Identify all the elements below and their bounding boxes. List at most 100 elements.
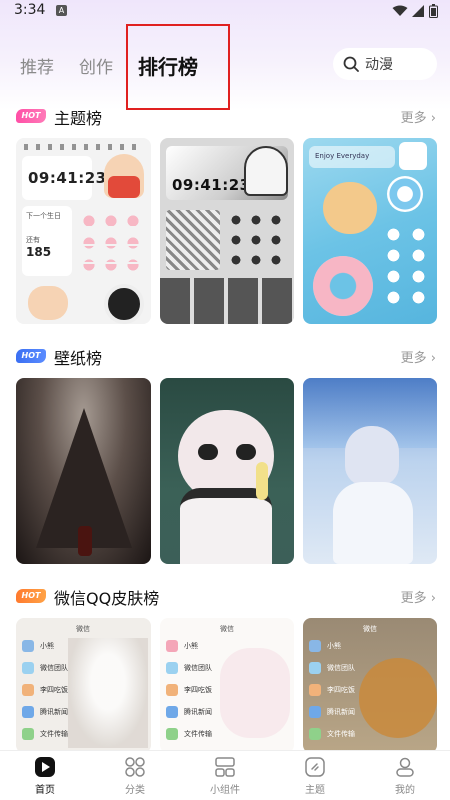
skin-card[interactable]: 微信 小熊 微信团队 李四吃饭 腾讯新闻 文件传输 xyxy=(16,618,151,753)
sticker xyxy=(399,142,427,170)
nav-label: 分类 xyxy=(125,785,145,796)
more-link[interactable]: 更多 › xyxy=(401,107,436,126)
countdown-prefix: 还有 xyxy=(26,236,40,244)
bottom-navigation: 首页 分类 小组件 主题 我的 xyxy=(0,750,450,800)
chat-avatar xyxy=(309,684,321,696)
theme-card[interactable]: Enjoy Everyday xyxy=(303,138,437,324)
chat-name: 腾讯新闻 xyxy=(184,708,212,716)
search-icon xyxy=(343,56,359,72)
chat-name: 腾讯新闻 xyxy=(40,708,68,716)
character-shirt xyxy=(108,176,140,198)
nav-label: 首页 xyxy=(35,785,55,796)
more-link[interactable]: 更多 › xyxy=(401,587,436,606)
chat-avatar xyxy=(22,706,34,718)
hot-badge: HOT xyxy=(16,349,46,363)
anime-girl-head xyxy=(345,426,399,486)
chat-name: 李四吃饭 xyxy=(184,686,212,694)
skin-ranking-header: HOT 微信QQ皮肤榜 更多 › xyxy=(16,584,436,608)
figure-silhouette xyxy=(78,526,92,556)
nav-label: 小组件 xyxy=(210,785,240,796)
hot-badge: HOT xyxy=(16,109,46,123)
theme-icon xyxy=(305,757,325,777)
nav-theme[interactable]: 主题 xyxy=(285,756,345,796)
anime-girl-body xyxy=(333,482,413,564)
search-query: 动漫 xyxy=(365,57,393,73)
hot-badge: HOT xyxy=(16,589,46,603)
chat-name: 文件传输 xyxy=(40,730,68,738)
chat-name: 腾讯新闻 xyxy=(327,708,355,716)
skin-card[interactable]: 微信 小熊 微信团队 李四吃饭 腾讯新闻 文件传输 xyxy=(303,618,437,753)
chat-name: 小熊 xyxy=(184,642,198,650)
chat-name: 微信团队 xyxy=(40,664,68,672)
nav-label: 我的 xyxy=(395,785,415,796)
chat-avatar xyxy=(22,662,34,674)
profile-icon xyxy=(396,757,414,777)
skin-header: 微信 xyxy=(363,625,377,633)
music-disc xyxy=(104,284,144,324)
wallpaper-card[interactable] xyxy=(160,378,294,564)
chat-avatar xyxy=(166,640,178,652)
clock-text: 09:41:23 xyxy=(172,176,251,194)
chat-name: 小熊 xyxy=(40,642,54,650)
chat-avatar xyxy=(166,706,178,718)
drink-bottle xyxy=(256,462,268,500)
chat-avatar xyxy=(22,640,34,652)
manga-panel xyxy=(166,210,220,270)
signal-icon xyxy=(412,5,424,17)
chat-name: 文件传输 xyxy=(327,730,355,738)
nav-home[interactable]: 首页 xyxy=(15,756,75,796)
chat-avatar xyxy=(22,728,34,740)
widget-icon xyxy=(215,757,235,777)
section-title: 壁纸榜 xyxy=(54,349,103,368)
status-bar: 3:34 A xyxy=(0,0,450,22)
panda-eye xyxy=(198,444,218,460)
grid-icon xyxy=(125,757,145,777)
skin-header: 微信 xyxy=(220,625,234,633)
home-play-icon xyxy=(35,757,55,777)
theme-card[interactable]: 09:41:23 下一个生日 还有 185 xyxy=(16,138,151,324)
caption-text: Enjoy Everyday xyxy=(315,152,370,160)
countdown-days: 185 xyxy=(26,245,52,259)
clock-text: 09:41:23 xyxy=(28,169,107,187)
wallpaper-card[interactable] xyxy=(16,378,151,564)
icon-grid xyxy=(78,210,144,280)
chat-avatar xyxy=(309,728,321,740)
section-title: 微信QQ皮肤榜 xyxy=(54,589,160,608)
swim-ring xyxy=(313,256,373,316)
search-box[interactable]: 动漫 xyxy=(333,48,437,80)
theme-ranking-header: HOT 主题榜 更多 › xyxy=(16,104,436,128)
skin-card[interactable]: 微信 小熊 微信团队 李四吃饭 腾讯新闻 文件传输 xyxy=(160,618,294,753)
icon-grid xyxy=(226,210,288,270)
theme-card[interactable]: 09:41:23 xyxy=(160,138,294,324)
tab-create[interactable]: 创作 xyxy=(79,53,113,78)
wallpaper-ranking-header: HOT 壁纸榜 更多 › xyxy=(16,344,436,368)
nav-profile[interactable]: 我的 xyxy=(375,756,435,796)
nav-label: 主题 xyxy=(305,785,325,796)
status-time: 3:34 xyxy=(14,2,46,18)
nav-category[interactable]: 分类 xyxy=(105,756,165,796)
chat-name: 文件传输 xyxy=(184,730,212,738)
panda-body xyxy=(180,488,272,564)
character-art xyxy=(244,146,288,196)
chat-avatar xyxy=(22,684,34,696)
chat-avatar xyxy=(166,662,178,674)
tab-recommend[interactable]: 推荐 xyxy=(20,53,54,78)
chat-name: 李四吃饭 xyxy=(327,686,355,694)
countdown-label: 下一个生日 xyxy=(26,212,61,220)
chat-avatar xyxy=(166,684,178,696)
skin-header: 微信 xyxy=(76,625,90,633)
manga-strip xyxy=(160,278,294,324)
character-sticker xyxy=(28,286,68,320)
weekday-strip xyxy=(24,144,144,150)
panda-eye xyxy=(236,444,256,460)
chat-name: 微信团队 xyxy=(184,664,212,672)
wallpaper-card[interactable] xyxy=(303,378,437,564)
notification-badge: A xyxy=(56,5,67,16)
chat-name: 微信团队 xyxy=(327,664,355,672)
icon-grid xyxy=(381,224,431,308)
nav-widget[interactable]: 小组件 xyxy=(195,756,255,796)
chat-avatar xyxy=(309,662,321,674)
float-ring xyxy=(387,176,423,212)
more-link[interactable]: 更多 › xyxy=(401,347,436,366)
chat-avatar xyxy=(309,706,321,718)
